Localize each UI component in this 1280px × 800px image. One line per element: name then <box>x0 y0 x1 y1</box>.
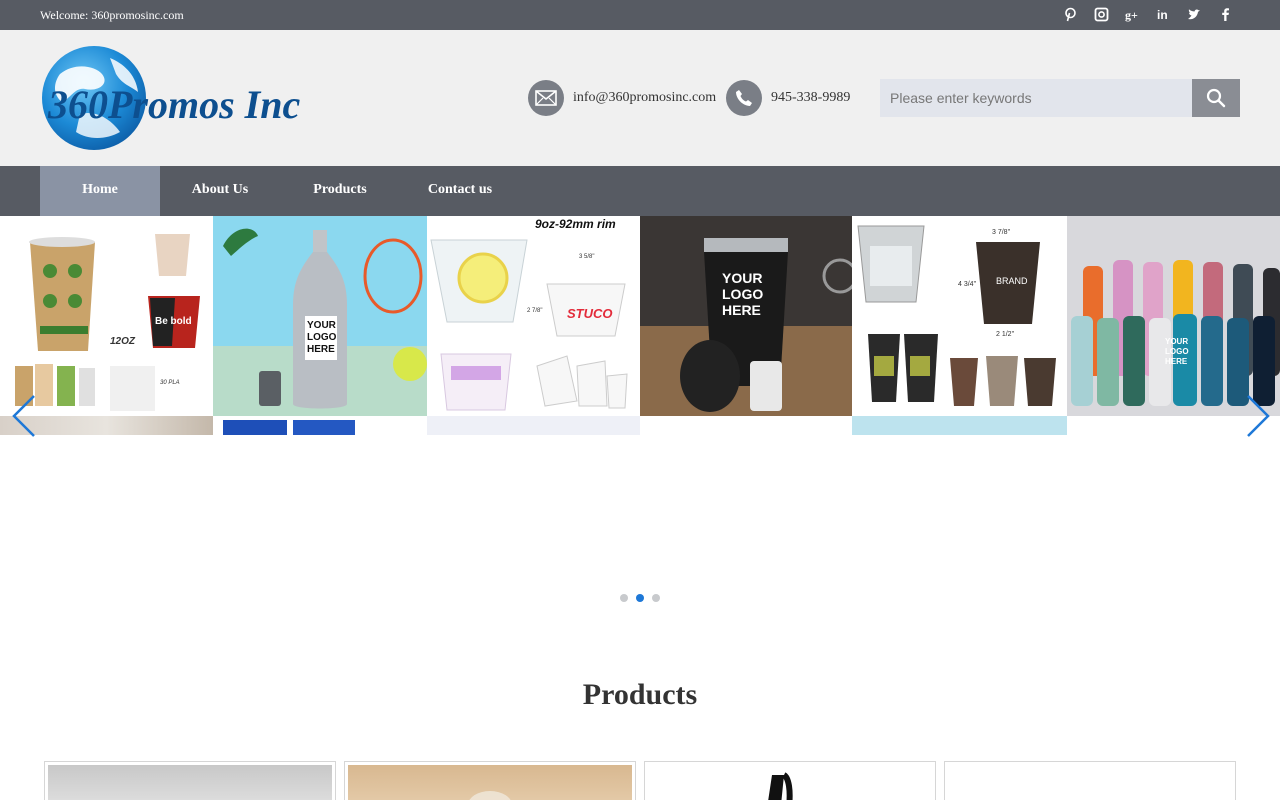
svg-text:2 1/2": 2 1/2" <box>996 331 1015 338</box>
carousel-tile-steel-bottle[interactable]: YOUR LOGO HERE <box>213 216 427 416</box>
svg-text:in: in <box>1157 8 1168 22</box>
svg-text:g+: g+ <box>1125 8 1138 22</box>
top-bar: Welcome: 360promosinc.com g+ in <box>0 0 1280 30</box>
nav-item-about-us[interactable]: About Us <box>160 166 280 216</box>
carousel-pagination <box>620 594 660 602</box>
twitter-icon[interactable] <box>1186 6 1203 23</box>
product-thumbnail <box>348 765 632 800</box>
phone-text: 945-338-9989 <box>771 90 851 105</box>
svg-text:LOGO: LOGO <box>722 286 763 302</box>
product-card[interactable] <box>44 761 336 800</box>
product-card[interactable] <box>644 761 936 800</box>
carousel-strip <box>427 416 640 435</box>
svg-text:HERE: HERE <box>1165 357 1188 366</box>
carousel-dot-active[interactable] <box>636 594 644 602</box>
svg-text:YOUR: YOUR <box>307 320 337 331</box>
svg-text:9oz-92mm rim: 9oz-92mm rim <box>535 217 616 231</box>
svg-text:YOUR: YOUR <box>722 270 762 286</box>
carousel-tile-paper-cups[interactable]: 12OZ Be bold 30 PLA <box>0 216 213 416</box>
svg-text:30 PLA: 30 PLA <box>160 380 180 386</box>
carousel-tile-colored-bottles[interactable]: YOUR LOGO HERE <box>1067 216 1280 416</box>
svg-text:Be bold: Be bold <box>155 316 192 327</box>
carousel-tile-brand-cups[interactable]: BRAND 3 7/8" 4 3/4" 2 1/2" <box>852 216 1067 416</box>
phone-icon <box>726 80 762 116</box>
svg-text:BRAND: BRAND <box>996 276 1028 286</box>
linkedin-icon[interactable]: in <box>1155 6 1172 23</box>
carousel-tile-plastic-cups[interactable]: 9oz-92mm rim 3 5/8" 2 7/8" STUCO <box>427 216 640 416</box>
carousel-dot[interactable] <box>652 594 660 602</box>
product-thumbnail <box>48 765 332 800</box>
svg-text:2 7/8": 2 7/8" <box>527 308 542 314</box>
product-card[interactable] <box>944 761 1236 800</box>
instagram-icon[interactable] <box>1093 6 1110 23</box>
product-thumbnail <box>648 765 932 800</box>
nav-item-products[interactable]: Products <box>280 166 400 216</box>
chevron-left-icon <box>12 395 35 437</box>
product-card[interactable] <box>344 761 636 800</box>
svg-text:HERE: HERE <box>722 302 761 318</box>
search-input[interactable] <box>880 79 1192 117</box>
carousel-dot[interactable] <box>620 594 628 602</box>
google-plus-icon[interactable]: g+ <box>1124 6 1141 23</box>
nav-item-home[interactable]: Home <box>40 166 160 216</box>
site-logo[interactable]: 360Promos Inc <box>40 44 302 154</box>
svg-text:4 3/4": 4 3/4" <box>958 281 977 288</box>
svg-text:3 5/8": 3 5/8" <box>579 254 594 260</box>
email-contact[interactable]: info@360promosinc.com <box>528 80 716 116</box>
welcome-text: Welcome: 360promosinc.com <box>40 8 184 22</box>
carousel-tile-black-tumbler[interactable]: YOUR LOGO HERE <box>640 216 852 416</box>
social-links: g+ in <box>1062 6 1234 23</box>
product-thumbnail <box>948 765 1232 800</box>
hero-carousel: 12OZ Be bold 30 PLA YOUR LOGO HERE 9oz-9… <box>0 216 1280 616</box>
site-header: 360Promos Inc info@360promosinc.com 945-… <box>0 30 1280 166</box>
facebook-icon[interactable] <box>1217 6 1234 23</box>
svg-text:HERE: HERE <box>307 344 335 355</box>
svg-text:3 7/8": 3 7/8" <box>992 229 1011 236</box>
envelope-icon <box>528 80 564 116</box>
logo-text: 360Promos Inc <box>47 82 300 127</box>
svg-text:YOUR: YOUR <box>1165 337 1188 346</box>
search-button[interactable] <box>1192 79 1240 117</box>
carousel-prev-arrow[interactable] <box>10 394 40 438</box>
main-nav: Home About Us Products Contact us <box>0 166 1280 216</box>
svg-text:STUCO: STUCO <box>567 306 613 321</box>
carousel-strip <box>852 416 1067 435</box>
products-heading: Products <box>582 678 698 711</box>
email-text: info@360promosinc.com <box>573 90 717 105</box>
chevron-right-icon <box>1247 395 1270 437</box>
carousel-next-arrow[interactable] <box>1242 394 1272 438</box>
svg-text:LOGO: LOGO <box>1165 347 1189 356</box>
pinterest-icon[interactable] <box>1062 6 1079 23</box>
phone-contact[interactable]: 945-338-9989 <box>726 80 850 116</box>
carousel-strip <box>213 416 427 435</box>
search-bar <box>880 79 1240 117</box>
svg-text:LOGO: LOGO <box>307 332 337 343</box>
search-icon <box>1206 88 1226 108</box>
nav-item-contact-us[interactable]: Contact us <box>400 166 520 216</box>
svg-text:12OZ: 12OZ <box>110 336 136 347</box>
